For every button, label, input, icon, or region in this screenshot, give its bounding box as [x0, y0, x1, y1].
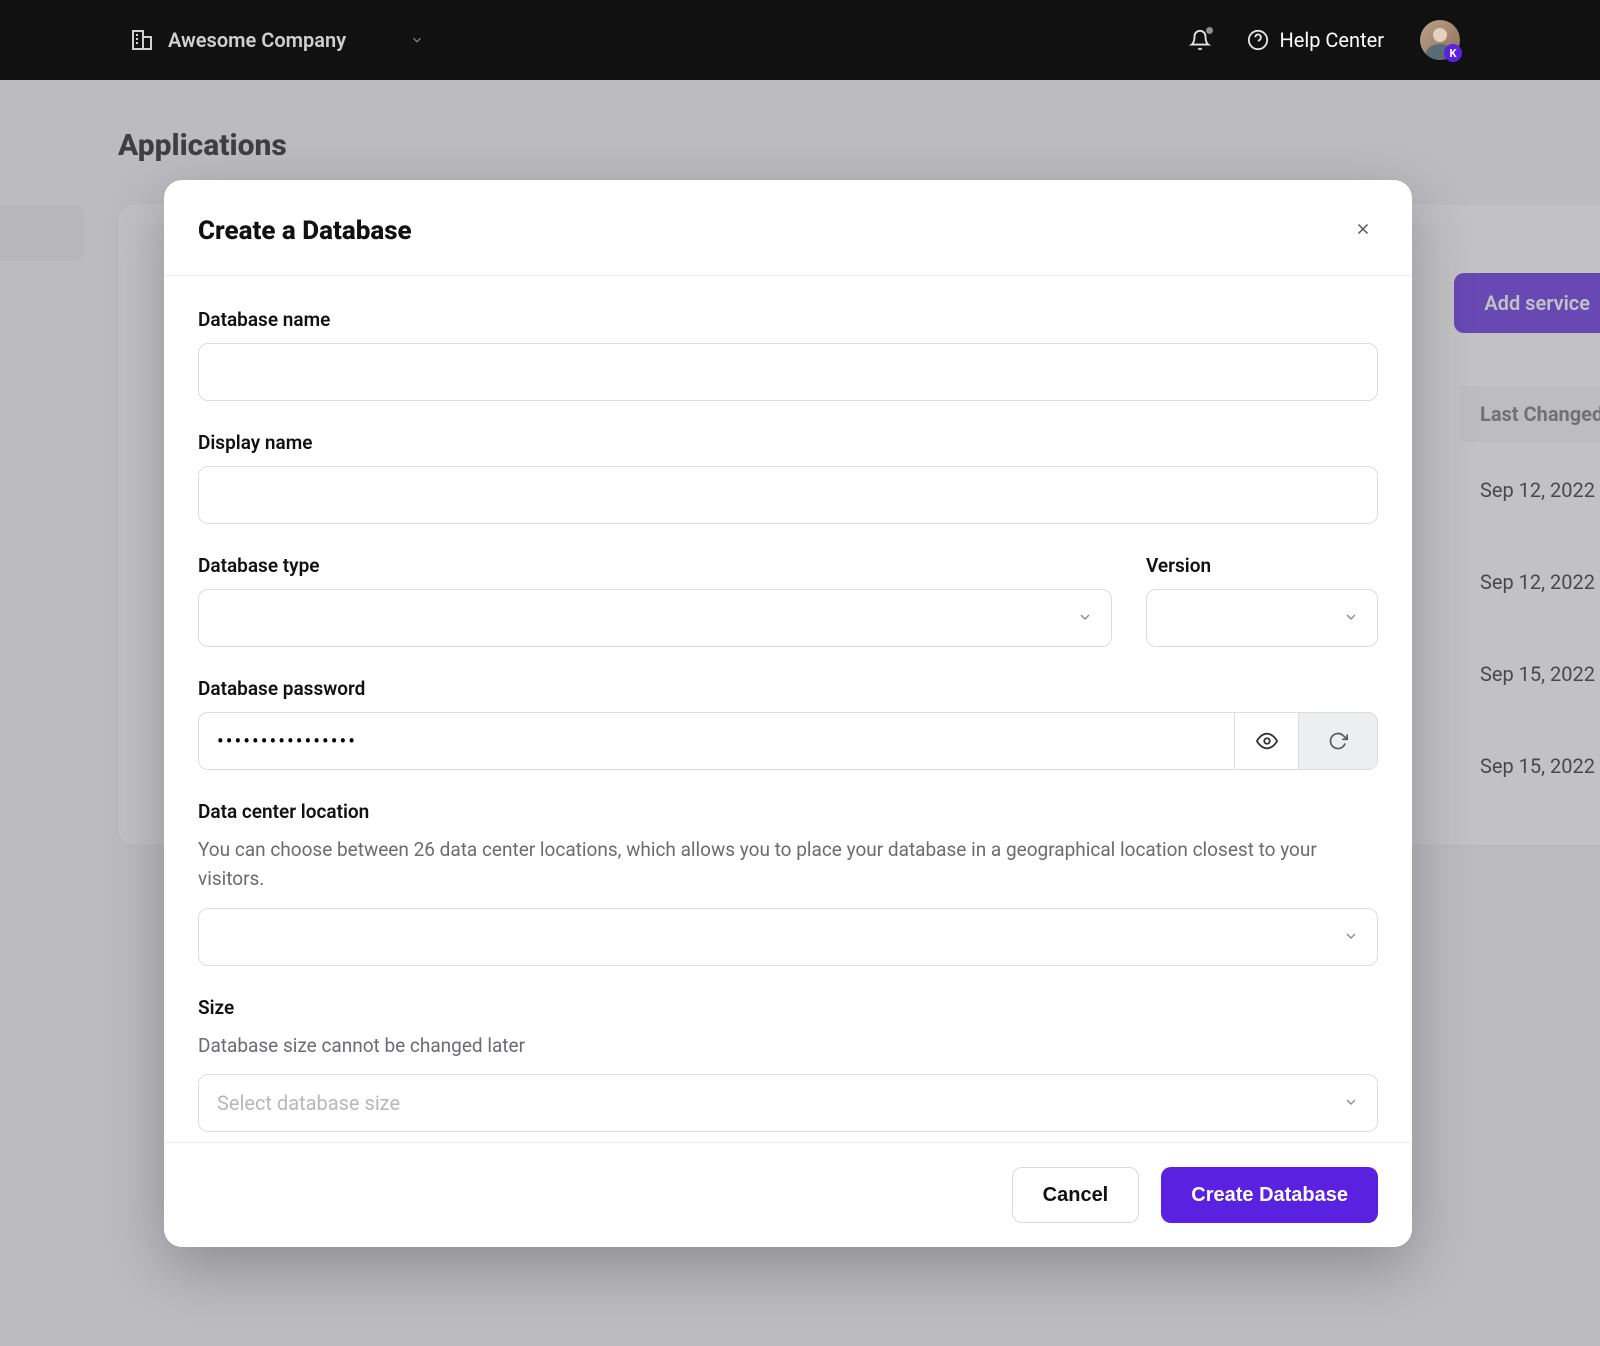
location-select[interactable] — [198, 908, 1378, 966]
user-menu[interactable]: K — [1420, 20, 1460, 60]
version-select[interactable] — [1146, 589, 1378, 647]
chevron-down-icon — [1343, 1091, 1359, 1115]
database-password-label: Database password — [198, 677, 1378, 700]
version-label: Version — [1146, 554, 1378, 577]
chevron-down-icon — [1077, 606, 1093, 630]
refresh-icon — [1328, 731, 1348, 751]
header-actions: Help Center K — [1189, 20, 1460, 60]
cancel-button[interactable]: Cancel — [1012, 1167, 1140, 1223]
modal-body: Database name Display name Database type — [164, 276, 1412, 1142]
location-label: Data center location — [198, 800, 1378, 823]
modal-header: Create a Database — [164, 180, 1412, 276]
type-version-row: Database type Version — [198, 554, 1378, 647]
close-button[interactable] — [1348, 214, 1378, 247]
help-center-label: Help Center — [1279, 28, 1384, 52]
close-icon — [1354, 220, 1372, 238]
size-help-text: Database size cannot be changed later — [198, 1031, 1378, 1060]
toggle-password-visibility[interactable] — [1234, 712, 1298, 770]
app-header: Awesome Company Help Center K — [0, 0, 1600, 80]
chevron-down-icon — [410, 33, 424, 47]
create-database-button[interactable]: Create Database — [1161, 1167, 1378, 1223]
avatar-badge: K — [1444, 44, 1462, 62]
field-size: Size Database size cannot be changed lat… — [198, 996, 1378, 1132]
database-name-label: Database name — [198, 308, 1378, 331]
notifications-button[interactable] — [1189, 29, 1211, 51]
field-display-name: Display name — [198, 431, 1378, 524]
size-label: Size — [198, 996, 1378, 1019]
size-placeholder: Select database size — [217, 1091, 400, 1115]
chevron-down-icon — [1343, 606, 1359, 630]
size-select[interactable]: Select database size — [198, 1074, 1378, 1132]
chevron-down-icon — [1343, 925, 1359, 949]
field-database-password: Database password •••••••••••••••• — [198, 677, 1378, 770]
eye-icon — [1256, 730, 1278, 752]
display-name-input[interactable] — [198, 466, 1378, 524]
database-name-input[interactable] — [198, 343, 1378, 401]
password-value: •••••••••••••••• — [217, 729, 357, 753]
field-database-type: Database type — [198, 554, 1112, 647]
database-type-label: Database type — [198, 554, 1112, 577]
display-name-label: Display name — [198, 431, 1378, 454]
field-version: Version — [1146, 554, 1378, 647]
database-type-select[interactable] — [198, 589, 1112, 647]
regenerate-password-button[interactable] — [1298, 712, 1378, 770]
field-data-center-location: Data center location You can choose betw… — [198, 800, 1378, 966]
field-database-name: Database name — [198, 308, 1378, 401]
modal-footer: Cancel Create Database — [164, 1142, 1412, 1247]
location-help-text: You can choose between 26 data center lo… — [198, 835, 1378, 894]
database-password-input[interactable]: •••••••••••••••• — [198, 712, 1234, 770]
help-center-link[interactable]: Help Center — [1247, 28, 1384, 52]
company-switcher[interactable]: Awesome Company — [130, 28, 424, 52]
create-database-modal: Create a Database Database name Display … — [164, 180, 1412, 1247]
help-icon — [1247, 29, 1269, 51]
company-name: Awesome Company — [168, 28, 346, 52]
modal-title: Create a Database — [198, 216, 412, 246]
building-icon — [130, 28, 154, 52]
notification-dot — [1206, 27, 1213, 34]
